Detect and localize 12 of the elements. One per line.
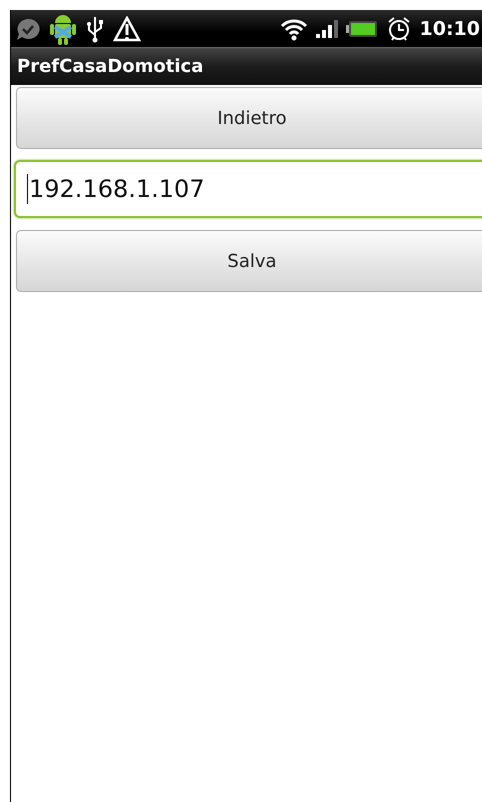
wifi-icon bbox=[280, 16, 308, 40]
alarm-clock-icon bbox=[386, 16, 412, 42]
usb-icon bbox=[85, 14, 105, 42]
battery-icon bbox=[346, 20, 378, 38]
warning-icon bbox=[113, 16, 141, 42]
back-button[interactable]: Indietro bbox=[16, 87, 482, 149]
window-title: PrefCasaDomotica bbox=[17, 56, 204, 76]
save-button[interactable]: Salva bbox=[16, 230, 482, 292]
signal-icon bbox=[316, 20, 338, 38]
message-bubble-icon bbox=[15, 16, 41, 40]
address-input-field[interactable]: 192.168.1.107 bbox=[14, 160, 482, 218]
clock-time: 10:10 bbox=[420, 18, 480, 40]
